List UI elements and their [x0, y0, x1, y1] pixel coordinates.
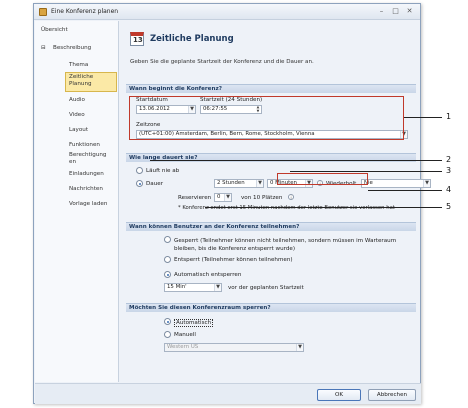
- section-heading-start: Wann beginnt die Konferenz?: [126, 84, 416, 93]
- title-bar: Eine Konferenz planen – □ ✕: [34, 4, 420, 20]
- annotation-line-5: [205, 207, 442, 208]
- radio-auto-unlock[interactable]: [164, 271, 171, 278]
- highlight-box-start: [129, 96, 404, 140]
- ok-button[interactable]: OK: [317, 389, 361, 401]
- locked-label: Gesperrt (Teilnehmer können nicht teilne…: [174, 238, 397, 252]
- section-heading-lock: Möchten Sie diesen Konferenzraum sperren…: [126, 303, 416, 312]
- app-icon: [39, 8, 47, 16]
- page-title: Zeitliche Planung: [150, 34, 234, 44]
- annotation-number-4: 4: [446, 185, 452, 194]
- end-note: * Konferenz endet erst 15 Minuten nachde…: [178, 205, 395, 211]
- auto-unlock-suffix: vor der geplanten Startzeit: [228, 285, 304, 291]
- radio-duration[interactable]: [136, 180, 143, 187]
- hours-select[interactable]: 2 Stunden ▼: [214, 179, 264, 188]
- chevron-down-icon[interactable]: ▼: [256, 180, 263, 187]
- sidebar-item-funktionen[interactable]: Funktionen: [69, 142, 100, 148]
- sidebar-item-nachrichten[interactable]: Nachrichten: [69, 186, 103, 192]
- sidebar-item-beschreibung[interactable]: Beschreibung: [53, 45, 91, 51]
- annotation-number-3: 3: [446, 166, 452, 175]
- calendar-icon: 13: [130, 32, 144, 46]
- sidebar-item-video[interactable]: Video: [69, 112, 85, 118]
- radio-lock-manual[interactable]: [164, 331, 171, 338]
- radio-unlocked[interactable]: [164, 256, 171, 263]
- radio-locked[interactable]: [164, 236, 171, 243]
- chevron-down-icon[interactable]: ▼: [423, 180, 430, 187]
- sidebar-item-einladungen[interactable]: Einladungen: [69, 171, 104, 177]
- sidebar-item-berechtigungen[interactable]: Berechtigung en: [69, 152, 106, 166]
- lock-manual-label: Manuell: [174, 332, 196, 338]
- sidebar-nav: Übersicht ⊟ Beschreibung Thema Zeitliche…: [35, 21, 119, 382]
- repeat-select[interactable]: Nie ▼: [361, 179, 431, 188]
- sidebar-item-audio[interactable]: Audio: [69, 97, 85, 103]
- chevron-down-icon[interactable]: ▼: [214, 284, 221, 291]
- auto-unlock-select[interactable]: 15 Min' ▼: [164, 283, 222, 292]
- sidebar-item-layout[interactable]: Layout: [69, 127, 88, 133]
- chevron-down-icon[interactable]: ▼: [224, 194, 231, 201]
- info-icon[interactable]: i: [288, 194, 294, 200]
- maximize-icon[interactable]: □: [390, 7, 401, 16]
- duration-label: Dauer: [146, 181, 164, 187]
- dialog-window: Eine Konferenz planen – □ ✕ Übersicht ⊟ …: [33, 3, 431, 404]
- dialog-footer: OK Abbrechen: [35, 383, 421, 404]
- annotation-line-3: [290, 171, 442, 172]
- minimize-icon[interactable]: –: [376, 7, 387, 16]
- annotation-line-2: [150, 160, 442, 161]
- reserve-select[interactable]: 0 ▼: [214, 193, 232, 202]
- annotation-number-5: 5: [446, 202, 452, 211]
- cancel-button[interactable]: Abbrechen: [368, 389, 416, 401]
- sidebar-item-uebersicht[interactable]: Übersicht: [41, 27, 68, 33]
- auto-unlock-label: Automatisch entsperren: [174, 272, 242, 278]
- sidebar-expand-icon[interactable]: ⊟: [41, 45, 46, 51]
- lock-auto-label: Automatisch: [174, 319, 214, 327]
- lock-timezone-select[interactable]: Western US ▼: [164, 343, 304, 352]
- main-panel: 13 Zeitliche Planung Geben Sie die gepla…: [120, 21, 431, 382]
- chevron-down-icon[interactable]: ▼: [296, 344, 303, 351]
- radio-lock-auto[interactable]: [164, 318, 171, 325]
- annotation-number-1: 1: [446, 112, 452, 121]
- page-description: Geben Sie die geplante Startzeit der Kon…: [130, 59, 314, 65]
- annotation-number-2: 2: [446, 155, 452, 164]
- sidebar-item-zeitliche-planung[interactable]: Zeitliche Planung: [69, 74, 93, 88]
- close-icon[interactable]: ✕: [404, 7, 415, 16]
- annotation-line-1: [404, 117, 442, 118]
- sidebar-item-thema[interactable]: Thema: [69, 62, 88, 68]
- radio-never-expires[interactable]: [136, 167, 143, 174]
- section-heading-join: Wann können Benutzer an der Konferenz te…: [126, 222, 416, 231]
- reserve-suffix: von 10 Plätzen: [241, 195, 283, 201]
- annotation-line-4: [368, 190, 442, 191]
- unlocked-label: Entsperrt (Teilnehmer können teilnehmen): [174, 257, 293, 263]
- never-expires-label: Läuft nie ab: [146, 168, 180, 174]
- sidebar-item-vorlage-laden[interactable]: Vorlage laden: [69, 201, 107, 207]
- window-title: Eine Konferenz planen: [51, 8, 119, 15]
- reserve-label: Reservieren: [178, 195, 212, 201]
- highlight-box-repeat: [277, 173, 368, 185]
